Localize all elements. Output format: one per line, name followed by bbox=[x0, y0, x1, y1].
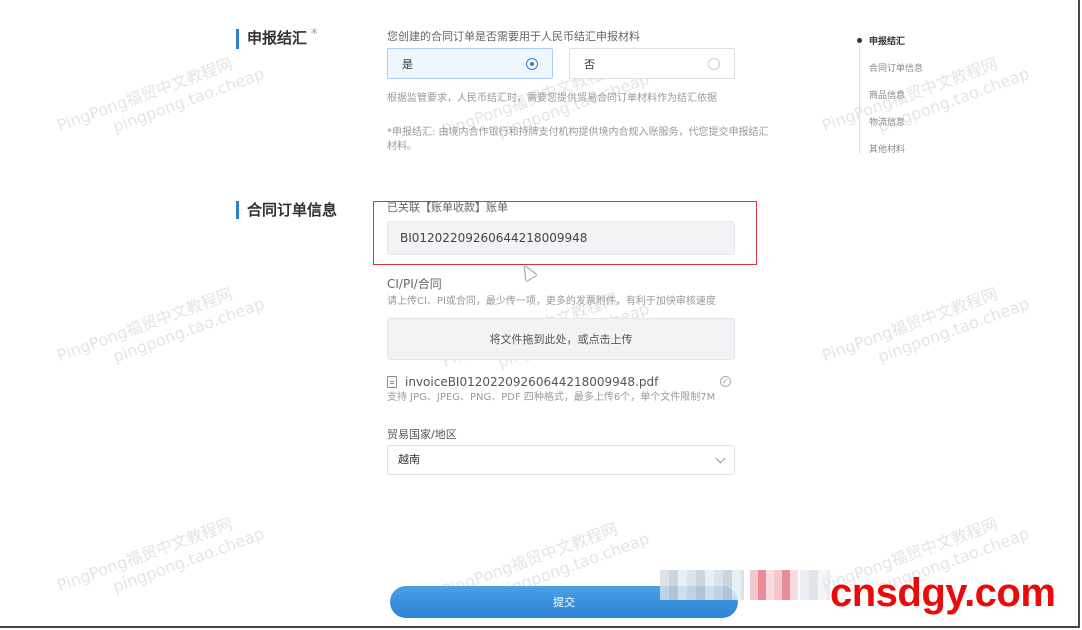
nav-item-logistics[interactable]: 物流信息 bbox=[856, 115, 923, 142]
brand-watermark: cnsdgy.com bbox=[830, 571, 1056, 615]
upload-text: 将文件拖到此处，或点击上传 bbox=[489, 333, 633, 346]
ci-hint: 请上传CI、PI或合同，最少传一项，更多的发票附件，有利于加快审核速度 bbox=[387, 296, 716, 307]
nav-item-goods[interactable]: 商品信息 bbox=[856, 88, 923, 115]
highlight-box bbox=[373, 201, 757, 265]
settlement-question: 您创建的合同订单是否需要用于人民币结汇申报材料 bbox=[387, 30, 640, 43]
country-label: 贸易国家/地区 bbox=[387, 428, 457, 441]
section-title-settlement: 申报结汇 * bbox=[236, 27, 318, 49]
pixelated-overlay bbox=[660, 570, 744, 600]
submit-label: 提交 bbox=[553, 596, 575, 609]
file-name: invoiceBI01202209260644218009948.pdf bbox=[405, 375, 659, 389]
nav-item-settlement[interactable]: 申报结汇 bbox=[856, 34, 923, 61]
radio-unchecked-icon bbox=[708, 57, 720, 70]
ci-label: CI/PI/合同 bbox=[387, 277, 442, 291]
watermark: PingPong福贸中文教程网pingpong.tao.cheap bbox=[819, 284, 1032, 367]
radio-label: 否 bbox=[584, 57, 595, 71]
file-icon bbox=[387, 376, 397, 388]
radio-option-yes[interactable]: 是 bbox=[387, 48, 553, 79]
watermark: PingPong福贸中文教程网pingpong.tao.cheap bbox=[819, 54, 1032, 137]
section-title-text: 合同订单信息 bbox=[247, 201, 338, 219]
required-mark: * bbox=[311, 27, 318, 42]
upload-dropzone[interactable]: 将文件拖到此处，或点击上传 bbox=[387, 318, 735, 360]
uploaded-file-item[interactable]: invoiceBI01202209260644218009948.pdf ✓ bbox=[387, 374, 735, 390]
anchor-nav: 申报结汇 合同订单信息 商品信息 物流信息 其他材料 bbox=[856, 34, 923, 169]
watermark: PingPong福贸中文教程网pingpong.tao.cheap bbox=[54, 54, 267, 137]
section-title-contract: 合同订单信息 bbox=[236, 201, 337, 219]
chevron-down-icon bbox=[715, 453, 726, 464]
settlement-hint: 根据监管要求，人民币结汇时，需要您提供贸易合同订单材料作为结汇依据 bbox=[387, 93, 717, 104]
radio-label: 是 bbox=[402, 57, 413, 71]
watermark: PingPong福贸中文教程网pingpong.tao.cheap bbox=[54, 284, 267, 367]
settlement-note-line1: *申报结汇: 由境内合作银行和持牌支付机构提供境内合规入账服务，代您提交申报结汇 bbox=[387, 127, 769, 138]
radio-checked-icon bbox=[526, 57, 538, 70]
file-format-hint: 支持 JPG、JPEG、PNG、PDF 四种格式，最多上传6个，单个文件限制7M bbox=[387, 392, 716, 403]
settlement-note-line2: 材料。 bbox=[387, 141, 417, 152]
check-circle-icon: ✓ bbox=[720, 376, 731, 387]
country-select-value: 越南 bbox=[398, 453, 420, 466]
watermark: PingPong福贸中文教程网pingpong.tao.cheap bbox=[54, 514, 267, 597]
pixelated-overlay bbox=[800, 570, 830, 600]
pixelated-overlay bbox=[750, 570, 798, 600]
nav-item-other[interactable]: 其他材料 bbox=[856, 142, 923, 169]
country-select[interactable]: 越南 bbox=[387, 445, 735, 475]
nav-item-contract[interactable]: 合同订单信息 bbox=[856, 61, 923, 88]
radio-option-no[interactable]: 否 bbox=[569, 48, 735, 79]
mouse-cursor-icon bbox=[519, 262, 537, 282]
page-frame: PingPong福贸中文教程网 pingpong.tao.cheap PingPo… bbox=[0, 0, 1080, 628]
section-title-text: 申报结汇 bbox=[247, 29, 308, 47]
